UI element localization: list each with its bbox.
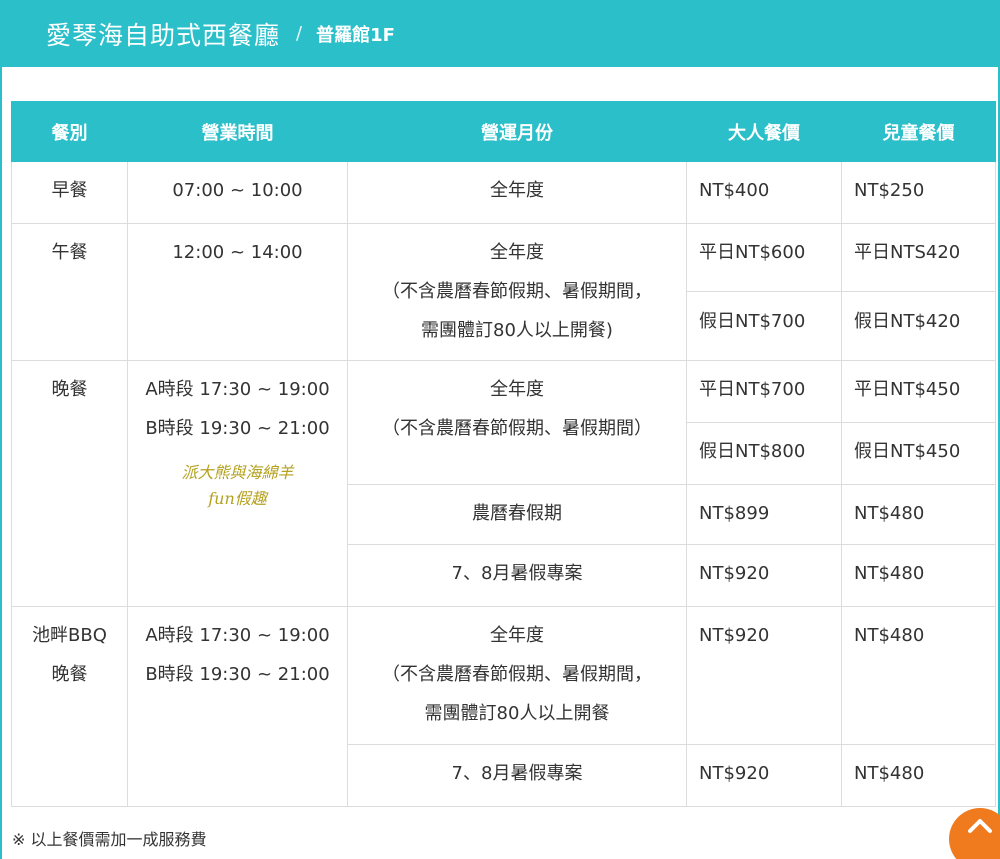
price-table: 餐別 營業時間 營運月份 大人餐價 兒童餐價 早餐 07:00 ~ 10:00 … [11,101,996,807]
adult-price-cell: NT$920 [686,544,842,607]
left-border [0,67,2,859]
header-child-price: 兒童餐價 [841,101,996,162]
adult-price-cell: 假日NT$800 [686,422,842,485]
child-price-cell: NT$250 [841,161,996,224]
table-row-dinner: 晚餐 A時段 17:30 ~ 19:00 B時段 19:30 ~ 21:00 派… [11,360,996,607]
scroll-to-top-button[interactable] [949,808,1000,859]
page-header: 愛琴海自助式西餐廳 / 普羅館1F [0,0,1000,67]
adult-price-cell: NT$920 [686,606,842,745]
adult-price-cell: 假日NT$700 [686,291,842,361]
meal-cell: 早餐 [11,161,128,224]
adult-price-cell: 平日NT$600 [686,223,842,292]
chevron-up-icon [967,818,993,838]
child-price-cell: 平日NTS420 [841,223,996,292]
child-price-cell: 假日NT$450 [841,422,996,485]
child-price-cell: NT$480 [841,484,996,545]
period-cell: 農曆春假期 [347,484,687,545]
meal-cell: 午餐 [11,223,128,361]
adult-price-cell: NT$920 [686,744,842,807]
adult-price-cell: 平日NT$700 [686,360,842,423]
period-cell: 全年度 （不含農曆春節假期、暑假期間， 需團體訂80人以上開餐) [347,223,687,361]
meal-cell: 晚餐 [11,360,128,607]
table-row-breakfast: 早餐 07:00 ~ 10:00 全年度 NT$400 NT$250 [11,161,996,224]
period-cell: 7、8月暑假專案 [347,544,687,607]
hours-cell: A時段 17:30 ~ 19:00 B時段 19:30 ~ 21:00 派大熊與… [127,360,348,607]
table-header-row: 餐別 營業時間 營運月份 大人餐價 兒童餐價 [11,101,996,162]
adult-price-cell: NT$400 [686,161,842,224]
title-separator: / [296,23,303,44]
header-meal: 餐別 [11,101,128,162]
table-row-lunch: 午餐 12:00 ~ 14:00 全年度 （不含農曆春節假期、暑假期間， 需團體… [11,223,996,361]
header-hours: 營業時間 [127,101,348,162]
header-period: 營運月份 [347,101,687,162]
child-price-cell: 平日NT$450 [841,360,996,423]
restaurant-title: 愛琴海自助式西餐廳 [46,20,281,50]
header-adult-price: 大人餐價 [686,101,842,162]
child-price-cell: NT$480 [841,606,996,745]
hours-cell: 12:00 ~ 14:00 [127,223,348,361]
watermark-text: fun假趣 [208,489,267,508]
period-cell: 全年度 [347,161,687,224]
hours-cell: A時段 17:30 ~ 19:00 B時段 19:30 ~ 21:00 [127,606,348,807]
service-charge-note: ※ 以上餐價需加一成服務費 [12,830,207,849]
child-price-cell: 假日NT$420 [841,291,996,361]
table-row-bbq: 池畔BBQ 晚餐 A時段 17:30 ~ 19:00 B時段 19:30 ~ 2… [11,606,996,807]
period-cell: 全年度 （不含農曆春節假期、暑假期間， 需團體訂80人以上開餐 [347,606,687,745]
period-cell: 全年度 （不含農曆春節假期、暑假期間） [347,360,687,485]
meal-cell: 池畔BBQ 晚餐 [11,606,128,807]
adult-price-cell: NT$899 [686,484,842,545]
watermark-text: 派大熊與海綿羊 [181,463,294,482]
child-price-cell: NT$480 [841,744,996,807]
period-cell: 7、8月暑假專案 [347,744,687,807]
child-price-cell: NT$480 [841,544,996,607]
venue-location: 普羅館1F [316,24,395,46]
hours-cell: 07:00 ~ 10:00 [127,161,348,224]
